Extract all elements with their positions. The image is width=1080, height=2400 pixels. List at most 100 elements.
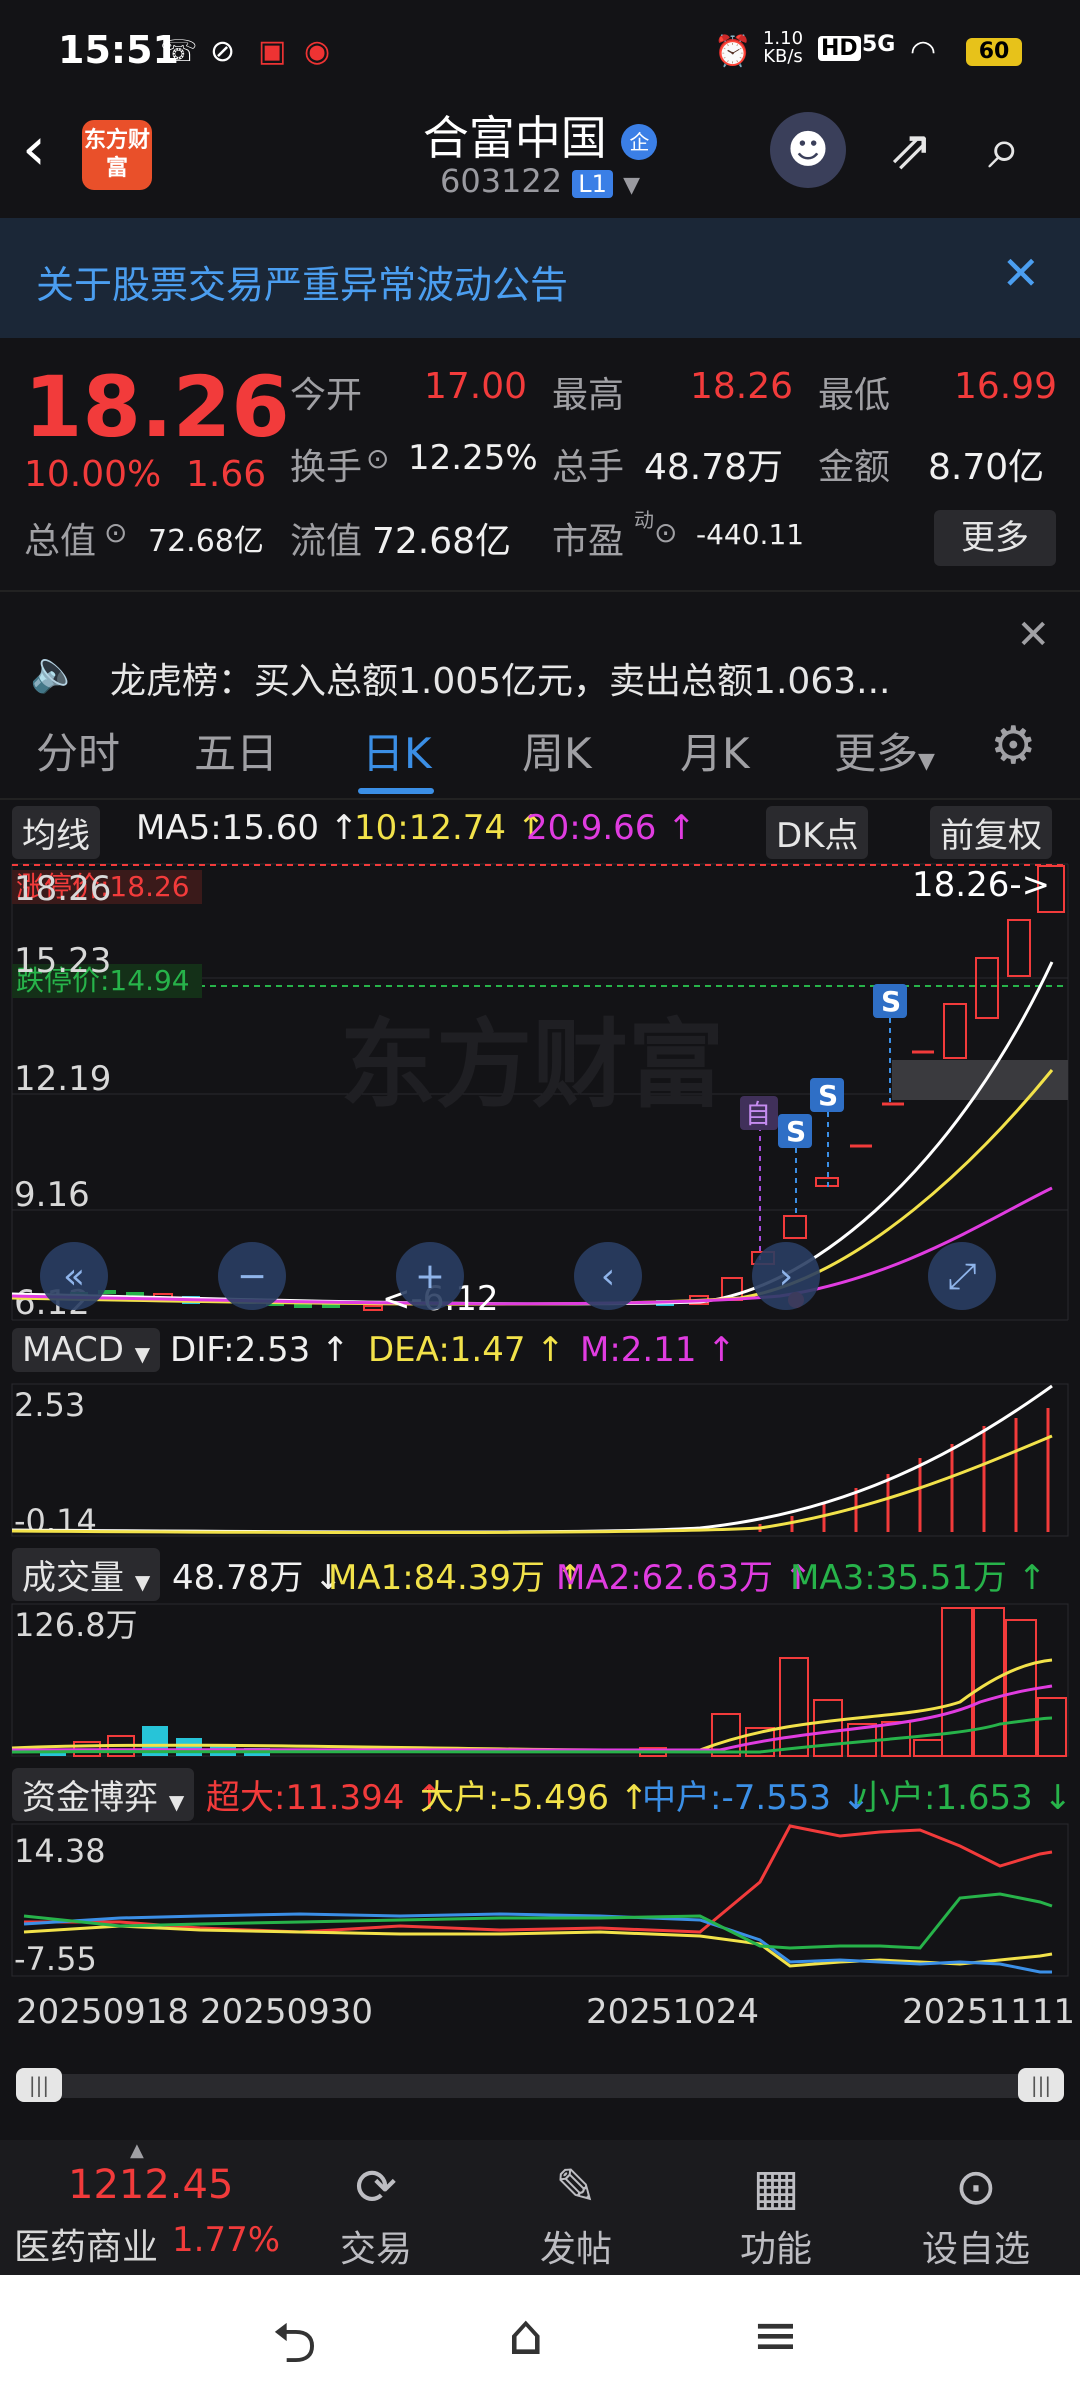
trade-label: 交易: [339, 2229, 412, 2270]
hd-badge: HD: [818, 36, 861, 61]
active-tab-indicator: [358, 788, 434, 794]
announcement-banner[interactable]: 关于股票交易严重异常波动公告 ✕: [0, 218, 1080, 338]
macd-y-label: 2.53: [14, 1386, 85, 1424]
pe-dynamic-sup: 动: [634, 508, 654, 532]
tab-more[interactable]: 更多▼: [834, 720, 935, 781]
caret-up-icon: ▲: [130, 2140, 144, 2161]
quote-panel: 18.26 10.00% 1.66 今开 17.00 最高 18.26 最低 1…: [0, 338, 1080, 588]
trade-button[interactable]: ⟳ 交易: [296, 2158, 456, 2272]
grid-icon: ▦: [752, 2158, 800, 2216]
tab-intraday[interactable]: 分时: [36, 720, 120, 781]
dk-point-toggle[interactable]: DK点: [766, 806, 869, 859]
tab-monthly-k[interactable]: 月K: [680, 720, 750, 781]
volume-selector[interactable]: 成交量 ▼: [12, 1548, 161, 1601]
tab-more-label: 更多: [834, 729, 919, 778]
ma10-value: 10:12.74 ↑: [354, 808, 546, 848]
tab-weekly-k[interactable]: 周K: [522, 720, 592, 781]
volume-selector-label: 成交量: [22, 1558, 124, 1598]
range-scrollbar[interactable]: [16, 2074, 1064, 2098]
date-label: 20250918: [16, 1992, 190, 2032]
float-value: 72.68亿: [372, 521, 512, 562]
fund-frame: [11, 1823, 1069, 1977]
more-button[interactable]: 更多: [934, 510, 1056, 566]
stock-code: 603122: [439, 162, 563, 200]
s-tag[interactable]: S: [786, 1115, 806, 1148]
period-tabs: 分时 五日 日K 周K 月K 更多▼ ⚙: [0, 700, 1080, 800]
ma-legend: 均线 MA5:15.60 ↑ 10:12.74 ↑ 20:9.66 ↑ DK点 …: [0, 804, 1080, 860]
function-label: 功能: [739, 2229, 812, 2270]
open-label: 今开: [290, 375, 363, 416]
home-nav-icon[interactable]: ⌂: [508, 2303, 544, 2368]
post-button[interactable]: ✎ 发帖: [496, 2158, 656, 2272]
caret-down-icon: ▼: [168, 1790, 185, 1814]
more-dots-icon: ⊙: [955, 2158, 997, 2216]
macd-frame: [11, 1383, 1069, 1537]
ma-selector[interactable]: 均线: [12, 806, 100, 859]
link-icon: ⊘: [210, 34, 236, 69]
back-nav-icon[interactable]: ⮌: [272, 2303, 317, 2398]
fund-selector-label: 资金博弈: [22, 1778, 158, 1818]
double-chevron-left-icon: «: [63, 1256, 85, 1297]
fund-selector[interactable]: 资金博弈 ▼: [12, 1768, 195, 1821]
fund-flow-legend: 资金博弈 ▼ 超大:11.394 ↑ 大户:-5.496 ↑ 中户:-7.553…: [0, 1766, 1080, 1822]
close-icon[interactable]: ✕: [1001, 246, 1040, 300]
chevron-right-icon: ›: [779, 1256, 793, 1297]
ma20-line: [11, 1186, 1053, 1306]
call-icon: ☏: [160, 34, 198, 69]
pe-value: -440.11: [696, 518, 805, 551]
mcap-value: 72.68亿: [148, 524, 264, 559]
volume-value: 48.78万 ↓: [172, 1558, 343, 1598]
adjust-mode-toggle[interactable]: 前复权: [930, 806, 1052, 859]
macd-chart[interactable]: 2.53 -0.14: [0, 1382, 1080, 1538]
bottom-action-bar: ▲ 1212.45 医药商业 1.77% ⟳ 交易 ✎ 发帖 ▦ 功能 ⊙ 设自…: [0, 2140, 1080, 2275]
info-icon[interactable]: ⊙: [366, 442, 389, 475]
menu-nav-icon[interactable]: ≡: [752, 2303, 799, 2368]
macd-histogram: [758, 1408, 1050, 1532]
y-label: 15.23: [14, 941, 111, 981]
range-handle-left[interactable]: |||: [16, 2068, 62, 2102]
date-label: 20251111: [902, 1992, 1076, 2032]
y-label: 18.26: [14, 869, 111, 909]
last-price-marker: 18.26->: [912, 865, 1050, 905]
add-watchlist-label: 设自选: [921, 2229, 1030, 2270]
open-value: 17.00: [424, 366, 528, 407]
s-tag[interactable]: S: [881, 985, 901, 1018]
announcement-text[interactable]: 关于股票交易严重异常波动公告: [36, 254, 568, 309]
mcap-label: 总值: [24, 521, 97, 562]
gear-icon[interactable]: ⚙: [990, 716, 1037, 776]
low-value: 16.99: [954, 366, 1058, 407]
info-icon[interactable]: ⊙: [654, 516, 677, 549]
fund-flow-chart[interactable]: 14.38 -7.55: [0, 1822, 1080, 1978]
vol-bar: [913, 1739, 943, 1757]
macd-selector[interactable]: MACD ▼: [12, 1328, 161, 1372]
plus-icon: +: [415, 1256, 445, 1297]
dea-value: DEA:1.47 ↑: [368, 1330, 565, 1370]
tab-five-day[interactable]: 五日: [194, 720, 278, 781]
candle: [1007, 919, 1031, 977]
share-icon[interactable]: ⇗: [888, 118, 933, 181]
candle: [363, 1305, 383, 1311]
dragon-tiger-banner[interactable]: 🔈 龙虎榜：买入总额1.005亿元，卖出总额1.063... ✕: [0, 590, 1080, 702]
robot-assistant-icon[interactable]: ☻: [770, 112, 846, 188]
dif-value: DIF:2.53 ↑: [170, 1330, 350, 1370]
function-button[interactable]: ▦ 功能: [696, 2158, 856, 2272]
tab-daily-k[interactable]: 日K: [362, 720, 432, 781]
sector-name[interactable]: 医药商业: [14, 2218, 158, 2270]
search-icon[interactable]: ⌕: [988, 114, 1020, 183]
small-line: [23, 1892, 1053, 1950]
level-badge: L1: [572, 170, 613, 198]
close-icon[interactable]: ✕: [1016, 612, 1050, 658]
self-tag[interactable]: 自: [745, 1100, 771, 1130]
dragon-tiger-text[interactable]: 龙虎榜：买入总额1.005亿元，卖出总额1.063...: [110, 652, 890, 704]
sector-pct: 1.77%: [172, 2220, 281, 2260]
add-watchlist-button[interactable]: ⊙ 设自选: [896, 2158, 1056, 2272]
s-tag[interactable]: S: [818, 1079, 838, 1112]
fund-y-label: -7.55: [14, 1940, 97, 1978]
change-value: 1.66: [186, 454, 267, 495]
range-handle-right[interactable]: |||: [1018, 2068, 1064, 2102]
kline-chart[interactable]: 东方财富 涨停价:18.26 跌停价:14.94 18.26 15.23 12.…: [0, 858, 1080, 1322]
sector-index-value[interactable]: 1212.45: [68, 2162, 233, 2208]
caret-down-icon: ▼: [134, 1570, 151, 1594]
info-icon[interactable]: ⊙: [104, 516, 127, 549]
volume-chart[interactable]: 126.8万: [0, 1602, 1080, 1758]
